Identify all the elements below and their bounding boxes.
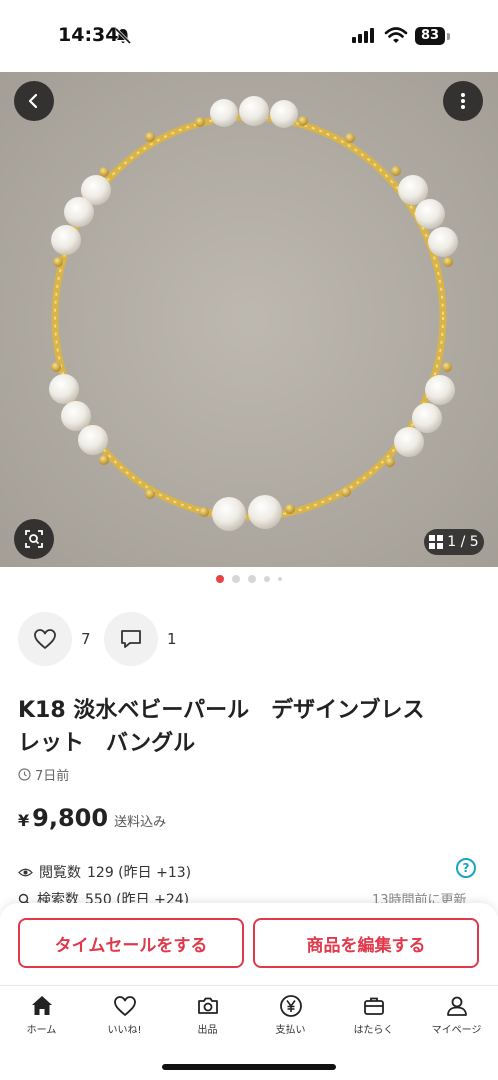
image-search-icon [25, 530, 43, 548]
views-value: 129 (昨日 +13) [87, 865, 192, 881]
time-sale-button[interactable]: タイムセールをする [18, 918, 244, 968]
briefcase-icon [363, 997, 384, 1015]
tab-payment[interactable]: 支払い [249, 994, 332, 1036]
clock-icon [18, 768, 31, 781]
chevron-left-icon [28, 93, 38, 109]
action-sheet: タイムセールをする 商品を編集する [0, 903, 498, 985]
heart-icon [113, 996, 136, 1016]
tab-likes-label: いいね! [107, 1025, 142, 1036]
posted-time-text: 7日前 [35, 769, 70, 784]
tab-payment-label: 支払い [275, 1025, 306, 1036]
tab-work[interactable]: はたらく [332, 994, 415, 1036]
product-title: K18 淡水ベビーパール デザインブレス レット バングル [18, 698, 425, 756]
help-icon[interactable]: ? [456, 858, 476, 878]
tab-home[interactable]: ホーム [0, 994, 83, 1036]
battery-indicator: 83 [415, 27, 445, 45]
like-button[interactable] [18, 612, 72, 666]
posted-time: 7日前 [18, 765, 69, 784]
bell-off-icon [114, 27, 132, 45]
gallery-dot[interactable] [264, 576, 270, 582]
views-stat: 閲覧数 129 (昨日 +13) [18, 862, 191, 882]
back-button[interactable] [14, 81, 54, 121]
gallery-dot-active[interactable] [216, 575, 224, 583]
bracelet-photo [0, 72, 498, 567]
tab-work-label: はたらく [353, 1025, 394, 1036]
home-indicator [162, 1064, 336, 1070]
camera-icon [197, 997, 218, 1014]
like-count: 7 [81, 630, 91, 648]
home-icon [31, 996, 52, 1015]
tab-mypage[interactable]: マイページ [415, 994, 498, 1036]
gallery-dot[interactable] [278, 577, 282, 581]
comment-icon [121, 630, 141, 648]
grid-icon [429, 535, 444, 549]
views-label: 閲覧数 [39, 865, 81, 881]
price-currency: ¥ [18, 811, 30, 830]
product-image[interactable]: 1 / 5 [0, 72, 498, 567]
image-counter: 1 / 5 [424, 529, 484, 555]
tab-mypage-label: マイページ [431, 1025, 482, 1036]
image-counter-text: 1 / 5 [447, 534, 479, 550]
edit-item-button[interactable]: 商品を編集する [253, 918, 479, 968]
yen-icon [279, 995, 302, 1017]
wifi-icon [384, 27, 408, 43]
signal-icon [352, 28, 374, 43]
tab-sell[interactable]: 出品 [166, 994, 249, 1036]
tab-likes[interactable]: いいね! [83, 994, 166, 1036]
tab-home-label: ホーム [26, 1025, 57, 1036]
price-value: 9,800 [32, 804, 109, 832]
battery-tip [447, 33, 450, 40]
tab-sell-label: 出品 [197, 1025, 218, 1036]
comment-count: 1 [167, 630, 177, 648]
gallery-dot[interactable] [232, 575, 240, 583]
eye-icon [18, 868, 33, 876]
price: ¥ 9,800 送料込み [18, 804, 166, 832]
status-bar: 14:34 83 [0, 0, 498, 72]
person-icon [446, 996, 467, 1016]
status-time: 14:34 [58, 24, 119, 46]
image-search-button[interactable] [14, 519, 54, 559]
heart-icon [34, 629, 56, 649]
more-options-button[interactable] [443, 81, 483, 121]
more-vertical-icon [461, 93, 465, 109]
gallery-dot[interactable] [248, 575, 256, 583]
shipping-note: 送料込み [114, 815, 167, 830]
comment-button[interactable] [104, 612, 158, 666]
gallery-dots [0, 575, 498, 583]
